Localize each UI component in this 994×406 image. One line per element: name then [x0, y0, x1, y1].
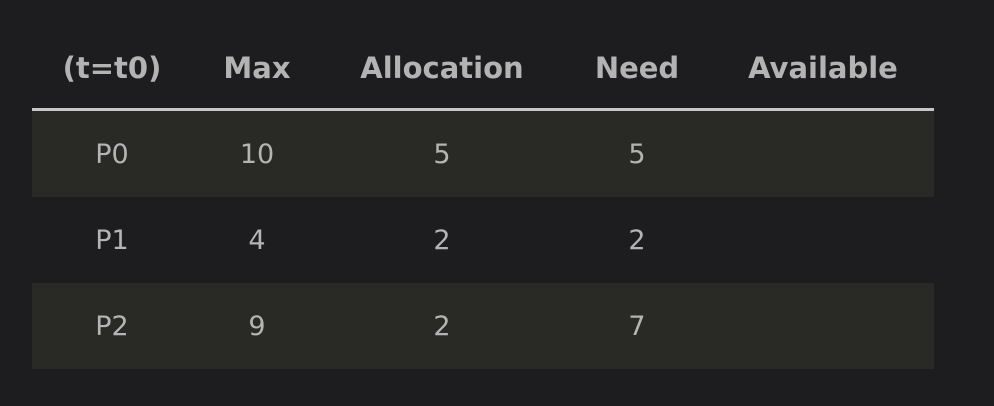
available-cell: [712, 283, 934, 369]
need-cell: 2: [562, 197, 712, 283]
allocation-cell: 5: [322, 109, 562, 197]
available-cell: [712, 109, 934, 197]
process-cell: P1: [32, 197, 192, 283]
available-cell: [712, 197, 934, 283]
table-header: (t=t0) Max Allocation Need Available: [32, 28, 934, 111]
process-cell: P0: [32, 109, 192, 197]
table-row: P0 10 5 5: [32, 109, 934, 197]
max-cell: 4: [192, 197, 322, 283]
header-need: Need: [562, 28, 712, 111]
header-row: (t=t0) Max Allocation Need Available: [32, 28, 934, 111]
header-available: Available: [712, 28, 934, 111]
banker-table: (t=t0) Max Allocation Need Available P0 …: [32, 28, 934, 369]
header-allocation: Allocation: [322, 28, 562, 111]
allocation-cell: 2: [322, 197, 562, 283]
max-cell: 10: [192, 109, 322, 197]
need-cell: 7: [562, 283, 712, 369]
banker-table-container: (t=t0) Max Allocation Need Available P0 …: [32, 28, 934, 369]
process-cell: P2: [32, 283, 192, 369]
need-cell: 5: [562, 109, 712, 197]
table-row: P1 4 2 2: [32, 197, 934, 283]
table-row: P2 9 2 7: [32, 283, 934, 369]
header-time: (t=t0): [32, 28, 192, 111]
max-cell: 9: [192, 283, 322, 369]
table-body: P0 10 5 5 P1 4 2 2 P2 9 2 7: [32, 109, 934, 369]
header-max: Max: [192, 28, 322, 111]
allocation-cell: 2: [322, 283, 562, 369]
